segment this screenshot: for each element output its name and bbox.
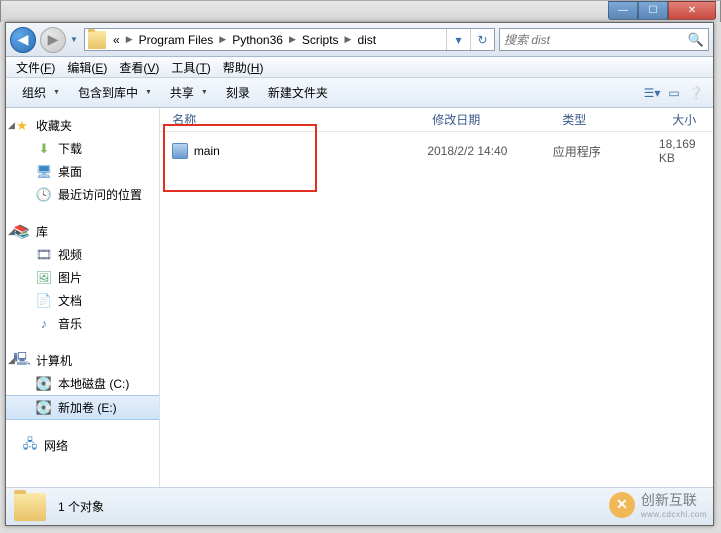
chevron-right-icon[interactable]: ▶ bbox=[343, 34, 354, 45]
address-bar[interactable]: «▶ Program Files▶ Python36▶ Scripts▶ dis… bbox=[84, 28, 495, 51]
file-date: 2018/2/2 14:40 bbox=[427, 144, 552, 158]
breadcrumb[interactable]: Python36 bbox=[228, 29, 287, 50]
download-icon: ⬇ bbox=[36, 141, 52, 157]
exe-icon bbox=[172, 143, 188, 159]
back-button[interactable]: ◀ bbox=[10, 27, 36, 53]
sidebar-item-recent[interactable]: 🕓最近访问的位置 bbox=[6, 183, 159, 206]
menu-bar: 文件(F) 编辑(E) 查看(V) 工具(T) 帮助(H) bbox=[6, 57, 713, 78]
help-icon[interactable]: ❔ bbox=[687, 84, 705, 102]
minimize-button[interactable]: — bbox=[608, 1, 638, 20]
chevron-right-icon[interactable]: ▶ bbox=[287, 34, 298, 45]
sidebar: ◢★收藏夹 ⬇下载 🖥桌面 🕓最近访问的位置 ◢📚库 🎞视频 🖼图片 📄文档 ♪… bbox=[6, 108, 160, 487]
chevron-down-icon: ▼ bbox=[145, 89, 152, 96]
sidebar-group-favorites[interactable]: ◢★收藏夹 bbox=[6, 114, 159, 137]
computer-icon: 🖳 bbox=[14, 353, 30, 369]
menu-file[interactable]: 文件(F) bbox=[10, 57, 61, 78]
breadcrumb[interactable]: Scripts bbox=[298, 29, 343, 50]
sidebar-item-localdisk-c[interactable]: 💽本地磁盘 (C:) bbox=[6, 372, 159, 395]
column-headers: 名称 修改日期 类型 大小 bbox=[160, 108, 713, 132]
column-header-type[interactable]: 类型 bbox=[562, 111, 672, 128]
close-button[interactable]: ✕ bbox=[668, 1, 716, 20]
sidebar-item-pictures[interactable]: 🖼图片 bbox=[6, 266, 159, 289]
chevron-right-icon[interactable]: ▶ bbox=[124, 34, 135, 45]
star-icon: ★ bbox=[14, 118, 30, 134]
toolbar: 组织▼ 包含到库中▼ 共享▼ 刻录 新建文件夹 ☰▾ ▭ ❔ bbox=[6, 78, 713, 108]
chevron-down-icon: ▼ bbox=[201, 89, 208, 96]
navigation-bar: ◀ ▶ ▼ «▶ Program Files▶ Python36▶ Script… bbox=[6, 23, 713, 57]
file-list: main 2018/2/2 14:40 应用程序 18,169 KB bbox=[160, 132, 713, 487]
sidebar-item-documents[interactable]: 📄文档 bbox=[6, 289, 159, 312]
maximize-button[interactable]: ☐ bbox=[638, 1, 668, 20]
status-bar: 1 个对象 bbox=[6, 487, 713, 525]
burn-button[interactable]: 刻录 bbox=[218, 80, 258, 105]
file-name: main bbox=[194, 144, 428, 158]
forward-button[interactable]: ▶ bbox=[40, 27, 66, 53]
network-icon: 🖧 bbox=[22, 438, 38, 454]
search-icon[interactable]: 🔍 bbox=[688, 32, 704, 48]
desktop-icon: 🖥 bbox=[36, 164, 52, 180]
view-options-icon[interactable]: ☰▾ bbox=[643, 84, 661, 102]
menu-view[interactable]: 查看(V) bbox=[113, 57, 165, 78]
search-box[interactable]: 🔍 bbox=[499, 28, 709, 51]
file-row[interactable]: main 2018/2/2 14:40 应用程序 18,169 KB bbox=[160, 140, 713, 162]
chevron-down-icon: ▼ bbox=[53, 89, 60, 96]
picture-icon: 🖼 bbox=[36, 270, 52, 286]
music-icon: ♪ bbox=[36, 316, 52, 332]
column-header-size[interactable]: 大小 bbox=[672, 111, 713, 128]
addr-dropdown-icon[interactable]: ▾ bbox=[446, 29, 470, 50]
chevron-right-icon[interactable]: ▶ bbox=[217, 34, 228, 45]
newfolder-button[interactable]: 新建文件夹 bbox=[260, 80, 336, 105]
drive-icon: 💽 bbox=[36, 400, 52, 416]
menu-help[interactable]: 帮助(H) bbox=[217, 57, 270, 78]
sidebar-group-network[interactable]: 🖧网络 bbox=[6, 434, 159, 457]
refresh-icon[interactable]: ↻ bbox=[470, 29, 494, 50]
video-icon: 🎞 bbox=[36, 247, 52, 263]
breadcrumb[interactable]: dist bbox=[353, 29, 380, 50]
sidebar-item-video[interactable]: 🎞视频 bbox=[6, 243, 159, 266]
titlebar: — ☐ ✕ bbox=[0, 0, 721, 22]
content-pane: 名称 修改日期 类型 大小 main 2018/2/2 14:40 应用程序 1… bbox=[160, 108, 713, 487]
explorer-window: ◀ ▶ ▼ «▶ Program Files▶ Python36▶ Script… bbox=[5, 22, 714, 526]
organize-button[interactable]: 组织▼ bbox=[14, 80, 68, 105]
main-area: ◢★收藏夹 ⬇下载 🖥桌面 🕓最近访问的位置 ◢📚库 🎞视频 🖼图片 📄文档 ♪… bbox=[6, 108, 713, 487]
sidebar-group-library[interactable]: ◢📚库 bbox=[6, 220, 159, 243]
file-type: 应用程序 bbox=[553, 143, 659, 160]
sidebar-item-newvolume-e[interactable]: 💽新加卷 (E:) bbox=[6, 395, 159, 420]
folder-icon bbox=[14, 493, 46, 521]
history-dropdown[interactable]: ▼ bbox=[70, 35, 80, 44]
menu-edit[interactable]: 编辑(E) bbox=[61, 57, 113, 78]
recent-icon: 🕓 bbox=[36, 187, 52, 203]
file-size: 18,169 KB bbox=[659, 137, 713, 165]
breadcrumb[interactable]: Program Files bbox=[135, 29, 218, 50]
column-header-name[interactable]: 名称 bbox=[172, 111, 432, 128]
include-library-button[interactable]: 包含到库中▼ bbox=[70, 80, 160, 105]
drive-icon: 💽 bbox=[36, 376, 52, 392]
share-button[interactable]: 共享▼ bbox=[162, 80, 216, 105]
sidebar-item-desktop[interactable]: 🖥桌面 bbox=[6, 160, 159, 183]
preview-pane-icon[interactable]: ▭ bbox=[665, 84, 683, 102]
folder-icon bbox=[88, 31, 106, 49]
status-text: 1 个对象 bbox=[58, 498, 104, 515]
search-input[interactable] bbox=[504, 33, 688, 47]
sidebar-item-downloads[interactable]: ⬇下载 bbox=[6, 137, 159, 160]
column-header-date[interactable]: 修改日期 bbox=[432, 111, 562, 128]
sidebar-item-music[interactable]: ♪音乐 bbox=[6, 312, 159, 335]
library-icon: 📚 bbox=[14, 224, 30, 240]
breadcrumb[interactable]: « bbox=[109, 29, 124, 50]
document-icon: 📄 bbox=[36, 293, 52, 309]
menu-tools[interactable]: 工具(T) bbox=[165, 57, 216, 78]
sidebar-group-computer[interactable]: ◢🖳计算机 bbox=[6, 349, 159, 372]
